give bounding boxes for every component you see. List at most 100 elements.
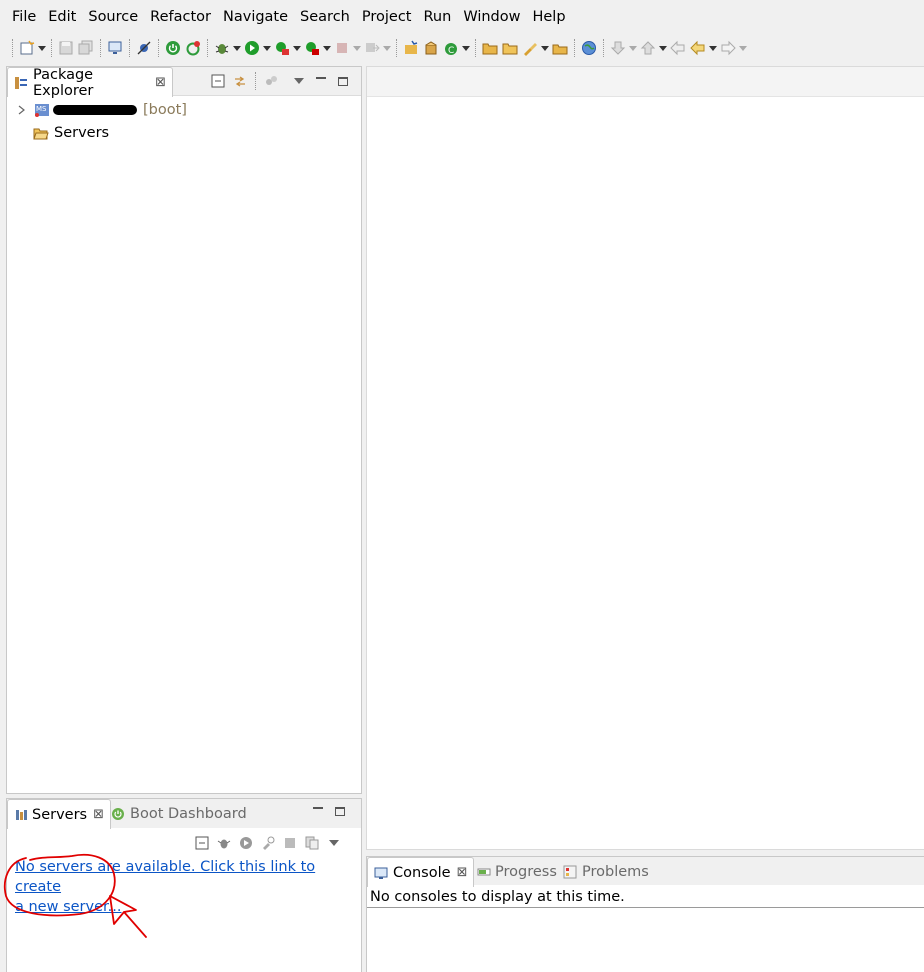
minimize-icon: [316, 77, 326, 79]
run-button[interactable]: [242, 37, 262, 59]
coverage-dropdown[interactable]: [292, 37, 302, 59]
focus-task-icon: [266, 76, 277, 85]
tab-package-explorer[interactable]: Package Explorer ⊠: [7, 67, 173, 99]
next-annotation-dropdown[interactable]: [628, 37, 638, 59]
stop-server-button[interactable]: [279, 832, 301, 854]
close-icon[interactable]: ⊠: [457, 865, 468, 880]
new-server-link-line2[interactable]: a new server...: [15, 897, 355, 917]
new-server-link[interactable]: No servers are available. Click this lin…: [15, 857, 355, 917]
collapse-all-button[interactable]: [207, 70, 229, 92]
external-tools-button[interactable]: [302, 37, 322, 59]
external-tools-dropdown[interactable]: [322, 37, 332, 59]
console-icon: [374, 867, 388, 879]
relaunch-button[interactable]: [183, 37, 203, 59]
back-button[interactable]: [688, 37, 708, 59]
collapse-all-icon: [195, 836, 209, 850]
svg-text:S: S: [42, 105, 47, 113]
tab-servers[interactable]: Servers ⊠: [7, 799, 112, 829]
search-tool-button[interactable]: [520, 37, 540, 59]
skip-breakpoints-button[interactable]: [134, 37, 154, 59]
prev-annotation-dropdown[interactable]: [658, 37, 668, 59]
menu-help[interactable]: Help: [526, 0, 571, 34]
new-spring-project-button[interactable]: [401, 37, 421, 59]
stop-button[interactable]: [332, 37, 352, 59]
open-console-button[interactable]: [105, 37, 125, 59]
back-dropdown[interactable]: [708, 37, 718, 59]
menu-run[interactable]: Run: [418, 0, 458, 34]
debug-server-button[interactable]: [213, 832, 235, 854]
link-with-editor-button[interactable]: [229, 70, 251, 92]
stop-dropdown[interactable]: [352, 37, 362, 59]
power-icon: [166, 41, 180, 55]
web-browser-button[interactable]: [579, 37, 599, 59]
progress-icon: [477, 868, 491, 876]
new-class-button[interactable]: C: [441, 37, 461, 59]
tab-progress[interactable]: Progress: [471, 857, 563, 887]
view-menu-button[interactable]: [288, 70, 310, 92]
collapse-all-button[interactable]: [191, 832, 213, 854]
tab-problems[interactable]: Problems: [557, 857, 655, 887]
debug-dropdown[interactable]: [232, 37, 242, 59]
deploy-button[interactable]: [362, 37, 382, 59]
maximize-button[interactable]: [329, 800, 351, 822]
redacted-project-name: [53, 105, 137, 115]
tab-console[interactable]: Console ⊠: [367, 857, 475, 887]
tree-item-project[interactable]: MS [boot]: [17, 99, 187, 121]
deploy-icon: [366, 43, 380, 52]
spring-boot-button[interactable]: [163, 37, 183, 59]
tab-boot-dashboard[interactable]: Boot Dashboard: [105, 799, 253, 829]
new-package-button[interactable]: [421, 37, 441, 59]
deploy-dropdown[interactable]: [382, 37, 392, 59]
new-server-link-line1[interactable]: No servers are available. Click this lin…: [15, 857, 355, 897]
save-all-button[interactable]: [76, 37, 96, 59]
view-menu-button[interactable]: [323, 832, 345, 854]
profile-server-button[interactable]: [257, 832, 279, 854]
profile-icon: [263, 836, 275, 850]
menu-source[interactable]: Source: [82, 0, 144, 34]
menu-window[interactable]: Window: [457, 0, 526, 34]
prev-annotation-button[interactable]: [638, 37, 658, 59]
close-icon[interactable]: ⊠: [155, 75, 166, 90]
console-divider: [367, 907, 924, 908]
open-task-button[interactable]: [500, 37, 520, 59]
new-wizard-button[interactable]: [17, 37, 37, 59]
focus-active-task-button[interactable]: [260, 70, 282, 92]
minimize-button[interactable]: [307, 800, 329, 822]
coverage-button[interactable]: [272, 37, 292, 59]
close-icon[interactable]: ⊠: [93, 807, 104, 822]
svg-text:C: C: [448, 46, 454, 56]
open-type-button[interactable]: [480, 37, 500, 59]
menu-navigate[interactable]: Navigate: [217, 0, 294, 34]
menu-file[interactable]: File: [6, 0, 42, 34]
new-project-icon: [405, 40, 418, 54]
folder-icon: [502, 43, 518, 55]
chevron-right-icon[interactable]: [17, 104, 27, 116]
search-dropdown[interactable]: [540, 37, 550, 59]
forward-button[interactable]: [718, 37, 738, 59]
menu-project[interactable]: Project: [356, 0, 418, 34]
start-server-button[interactable]: [235, 832, 257, 854]
menu-edit[interactable]: Edit: [42, 0, 82, 34]
next-annotation-button[interactable]: [608, 37, 628, 59]
maximize-icon: [335, 806, 345, 816]
open-resource-button[interactable]: [550, 37, 570, 59]
forward-dropdown[interactable]: [738, 37, 748, 59]
menu-search[interactable]: Search: [294, 0, 356, 34]
minimize-button[interactable]: [310, 70, 332, 92]
toolbar-separator: [100, 39, 101, 57]
new-class-dropdown[interactable]: [461, 37, 471, 59]
new-wizard-dropdown[interactable]: [37, 37, 47, 59]
tree-item-servers[interactable]: Servers: [33, 122, 109, 144]
save-button[interactable]: [56, 37, 76, 59]
last-edit-button[interactable]: [668, 37, 688, 59]
publish-button[interactable]: [301, 832, 323, 854]
open-folder-icon: [482, 43, 498, 55]
toolbar-separator: [12, 39, 13, 57]
toolbar-separator: [475, 39, 476, 57]
run-dropdown[interactable]: [262, 37, 272, 59]
debug-button[interactable]: [212, 37, 232, 59]
coverage-icon: [276, 42, 289, 55]
save-all-icon: [78, 40, 93, 55]
menu-refactor[interactable]: Refactor: [144, 0, 217, 34]
maximize-button[interactable]: [332, 70, 354, 92]
